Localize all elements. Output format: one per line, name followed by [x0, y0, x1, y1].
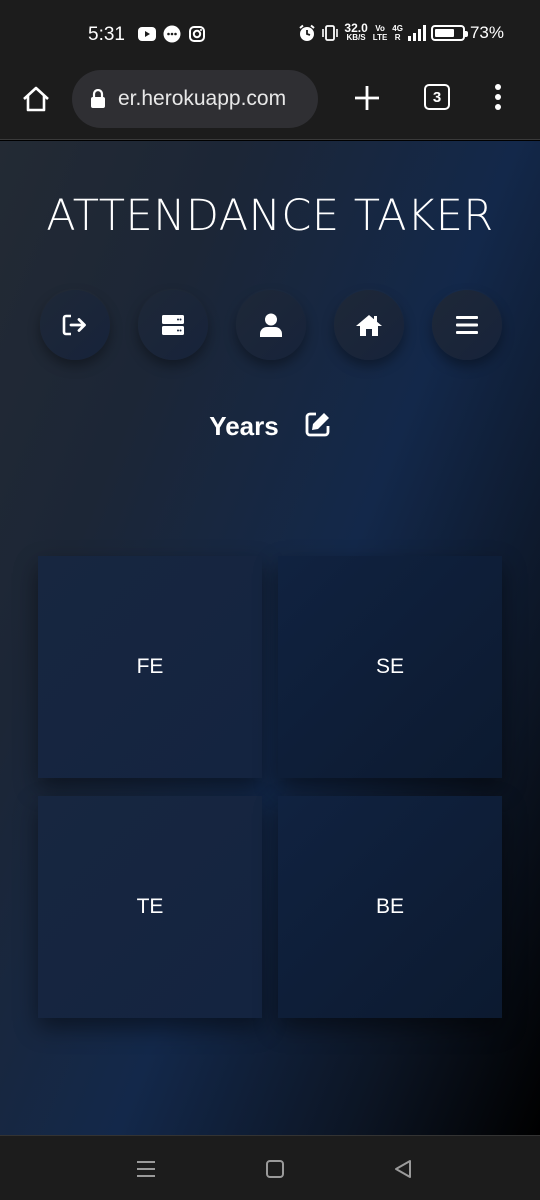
battery-icon: [430, 25, 468, 41]
youtube-icon: [138, 25, 156, 43]
section-title: Years: [209, 411, 279, 441]
menu-dot: [495, 104, 501, 110]
plus-icon: [355, 86, 379, 110]
edit-icon: [305, 412, 330, 437]
year-card-se[interactable]: SE: [278, 556, 502, 778]
instagram-icon: [188, 25, 206, 43]
battery-percent: 73%: [469, 23, 504, 42]
status-indicators: 32.0 KB/S Vo LTE 4G R 73%: [298, 21, 504, 43]
browser-toolbar: er.herokuapp.com 3: [0, 70, 540, 140]
volte-label: Vo: [375, 24, 385, 33]
tab-count: 3: [432, 88, 442, 106]
speed-unit: KB/S: [346, 33, 366, 42]
tab-switcher-button[interactable]: 3: [424, 84, 450, 110]
menu-button[interactable]: [432, 290, 502, 360]
recents-button[interactable]: [135, 1158, 157, 1180]
profile-button[interactable]: [236, 290, 306, 360]
logout-icon: [62, 314, 86, 336]
logout-button[interactable]: [40, 290, 110, 360]
server-button[interactable]: [138, 290, 208, 360]
notification-icons: [138, 25, 206, 43]
server-icon: [162, 315, 184, 335]
user-icon: [260, 313, 282, 337]
battery-level: [434, 29, 454, 37]
address-bar[interactable]: er.herokuapp.com: [72, 70, 318, 128]
web-content: ATTENDANCE TAKER Years FE SE TE BE: [0, 141, 540, 1135]
back-triangle-icon: [395, 1160, 411, 1178]
menu-icon: [456, 316, 478, 334]
year-label: BE: [375, 895, 404, 918]
network-type: 4G R: [392, 24, 403, 42]
home-icon: [356, 315, 382, 336]
network-speed: 32.0 KB/S: [344, 21, 368, 42]
year-card-fe[interactable]: FE: [38, 556, 262, 778]
volte-indicator: Vo LTE: [373, 24, 388, 42]
lock-icon: [91, 89, 105, 108]
signal-icon: [407, 24, 426, 42]
system-nav-bar: [0, 1135, 540, 1200]
status-bar: 5:31 32.0 KB/S Vo LTE 4G R 73%: [0, 0, 540, 70]
new-tab-button[interactable]: [352, 83, 382, 113]
alarm-icon: [298, 24, 316, 42]
system-home-button[interactable]: [264, 1158, 286, 1180]
messages-icon: [163, 25, 181, 43]
recents-icon: [137, 1161, 155, 1177]
year-card-te[interactable]: TE: [38, 796, 262, 1018]
network-type-label: 4G: [392, 24, 403, 33]
speed-value: 32.0: [344, 21, 368, 35]
year-label: SE: [375, 655, 404, 678]
year-card-be[interactable]: BE: [278, 796, 502, 1018]
section-header: Years: [0, 411, 540, 442]
menu-dot: [495, 84, 501, 90]
browser-menu-button[interactable]: [487, 80, 509, 114]
vibrate-icon: [321, 24, 339, 42]
lte-label: LTE: [372, 33, 388, 42]
url-text: er.herokuapp.com: [118, 87, 287, 110]
year-label: FE: [136, 655, 164, 678]
home-outline-icon: [23, 86, 49, 112]
square-icon: [266, 1160, 284, 1178]
status-time: 5:31: [88, 24, 125, 45]
back-button[interactable]: [392, 1158, 414, 1180]
home-button[interactable]: [334, 290, 404, 360]
edit-button[interactable]: [305, 411, 331, 442]
year-label: TE: [136, 895, 164, 918]
app-title: ATTENDANCE TAKER: [46, 191, 494, 241]
browser-home-button[interactable]: [20, 83, 52, 115]
menu-dot: [495, 94, 501, 100]
